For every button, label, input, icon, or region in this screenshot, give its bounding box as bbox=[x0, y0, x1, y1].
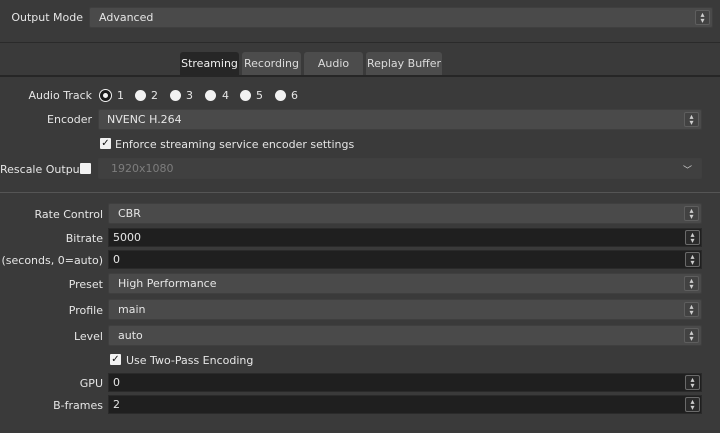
updown-arrows-icon: ▴ ▾ bbox=[684, 328, 699, 343]
rescale-resolution-select[interactable]: 1920x1080 ﹀ bbox=[98, 158, 702, 179]
spinbox-arrows-icon[interactable]: ▴ ▾ bbox=[685, 397, 700, 412]
bframes-value: 2 bbox=[113, 398, 120, 411]
tab-audio[interactable]: Audio bbox=[304, 52, 363, 75]
rescale-resolution-value: 1920x1080 bbox=[111, 162, 174, 175]
spinbox-arrows-icon[interactable]: ▴ ▾ bbox=[685, 252, 700, 267]
tab-divider bbox=[0, 75, 720, 77]
section-divider bbox=[0, 192, 720, 193]
encoder-value: NVENC H.264 bbox=[107, 113, 182, 126]
output-mode-label: Output Mode bbox=[11, 11, 83, 24]
rate-control-value: CBR bbox=[118, 207, 141, 220]
gpu-value: 0 bbox=[113, 376, 120, 389]
audio-track-label-3: 3 bbox=[186, 89, 193, 102]
tab-replay-buffer[interactable]: Replay Buffer bbox=[366, 52, 442, 75]
updown-arrows-icon: ▴ ▾ bbox=[684, 276, 699, 291]
divider bbox=[0, 42, 720, 43]
updown-arrows-icon: ▴ ▾ bbox=[684, 302, 699, 317]
two-pass-checkbox[interactable]: ✓ bbox=[110, 354, 121, 365]
audio-track-label: Audio Track bbox=[28, 89, 92, 102]
gpu-spinbox[interactable]: 0 ▴ ▾ bbox=[108, 373, 702, 392]
audio-track-label-6: 6 bbox=[291, 89, 298, 102]
audio-track-label-2: 2 bbox=[151, 89, 158, 102]
rescale-output-label: Rescale Output bbox=[0, 163, 84, 176]
output-mode-select[interactable]: Advanced ▴ ▾ bbox=[89, 7, 713, 28]
audio-track-radio-5[interactable] bbox=[240, 90, 251, 101]
audio-track-radio-6[interactable] bbox=[275, 90, 286, 101]
updown-arrows-icon: ▴ ▾ bbox=[695, 10, 710, 25]
keyframe-interval-value: 0 bbox=[113, 253, 120, 266]
output-mode-value: Advanced bbox=[99, 11, 154, 24]
preset-label: Preset bbox=[68, 278, 103, 291]
rescale-checkbox[interactable] bbox=[80, 163, 91, 174]
audio-track-label-4: 4 bbox=[222, 89, 229, 102]
spinbox-arrows-icon[interactable]: ▴ ▾ bbox=[685, 375, 700, 390]
updown-arrows-icon: ▴ ▾ bbox=[684, 112, 699, 127]
keyframe-interval-label: rval (seconds, 0=auto) bbox=[0, 254, 103, 267]
audio-track-radio-3[interactable] bbox=[170, 90, 181, 101]
encoder-label: Encoder bbox=[47, 113, 92, 126]
profile-value: main bbox=[118, 303, 146, 316]
level-value: auto bbox=[118, 329, 143, 342]
level-select[interactable]: auto ▴ ▾ bbox=[108, 325, 702, 346]
spinbox-arrows-icon[interactable]: ▴ ▾ bbox=[685, 230, 700, 245]
tab-recording[interactable]: Recording bbox=[242, 52, 301, 75]
level-label: Level bbox=[73, 330, 103, 343]
encoder-select[interactable]: NVENC H.264 ▴ ▾ bbox=[98, 109, 702, 130]
two-pass-label: Use Two-Pass Encoding bbox=[126, 354, 254, 367]
keyframe-interval-spinbox[interactable]: 0 ▴ ▾ bbox=[108, 250, 702, 269]
preset-select[interactable]: High Performance ▴ ▾ bbox=[108, 273, 702, 294]
bframes-spinbox[interactable]: 2 ▴ ▾ bbox=[108, 395, 702, 414]
bitrate-value: 5000 bbox=[113, 231, 141, 244]
audio-track-radio-2[interactable] bbox=[135, 90, 146, 101]
enforce-checkbox[interactable]: ✓ bbox=[100, 138, 111, 149]
bframes-label: B-frames bbox=[53, 399, 103, 412]
rate-control-label: Rate Control bbox=[34, 208, 103, 221]
audio-track-label-1: 1 bbox=[117, 89, 124, 102]
audio-track-radio-1[interactable] bbox=[100, 90, 111, 101]
rate-control-select[interactable]: CBR ▴ ▾ bbox=[108, 203, 702, 224]
gpu-label: GPU bbox=[79, 377, 103, 390]
enforce-label: Enforce streaming service encoder settin… bbox=[115, 138, 355, 151]
audio-track-label-5: 5 bbox=[256, 89, 263, 102]
chevron-down-icon: ﹀ bbox=[682, 166, 692, 176]
profile-select[interactable]: main ▴ ▾ bbox=[108, 299, 702, 320]
bitrate-spinbox[interactable]: 5000 ▴ ▾ bbox=[108, 228, 702, 247]
bitrate-label: Bitrate bbox=[65, 232, 103, 245]
preset-value: High Performance bbox=[118, 277, 217, 290]
audio-track-radio-4[interactable] bbox=[205, 90, 216, 101]
profile-label: Profile bbox=[68, 304, 103, 317]
tab-streaming[interactable]: Streaming bbox=[180, 52, 239, 75]
updown-arrows-icon: ▴ ▾ bbox=[684, 206, 699, 221]
